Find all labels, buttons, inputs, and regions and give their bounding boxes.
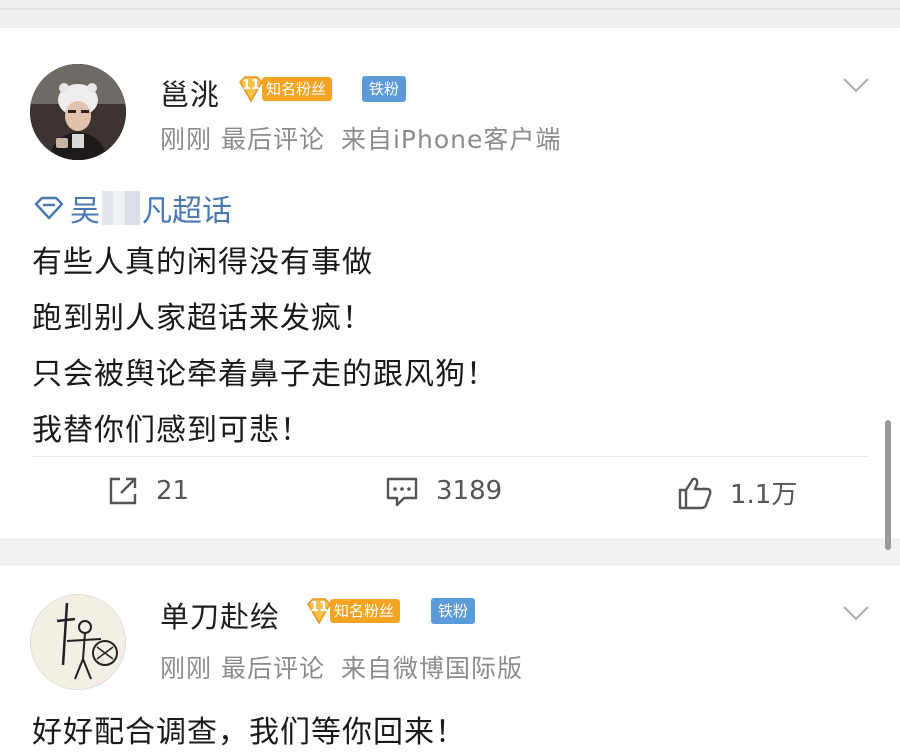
level-diamond-icon: 11 <box>236 74 266 104</box>
repost-button[interactable]: 21 <box>106 474 189 508</box>
post-line: 有些人真的闲得没有事做 <box>32 245 373 280</box>
iron-fan-badge[interactable]: 铁粉 <box>431 598 476 624</box>
fan-badge-label: 知名粉丝 <box>330 599 401 623</box>
topic-prefix: 吴 <box>70 194 100 229</box>
blurred-character <box>102 191 140 225</box>
comment-count: 3189 <box>436 476 503 506</box>
last-comment-label: 最后评论 <box>220 125 325 154</box>
post-line: 跑到别人家超话来发疯！ <box>32 301 373 336</box>
post-source: 来自iPhone客户端 <box>340 125 562 154</box>
top-separator <box>0 0 900 28</box>
post-card[interactable]: 单刀赴绘 11 知名粉丝 铁粉 刚刚 最后评论 来自微博国际版 好好配合调查，我们… <box>0 566 900 755</box>
username[interactable]: 单刀赴绘 <box>160 594 280 636</box>
topic-diamond-icon <box>34 196 64 220</box>
repost-icon <box>109 477 137 505</box>
chevron-down-icon[interactable] <box>842 604 870 622</box>
chevron-down-icon[interactable] <box>842 76 870 94</box>
post-content: 好好配合调查，我们等你回来！ <box>32 715 466 750</box>
post-line: 只会被舆论牵着鼻子走的跟风狗！ <box>32 357 497 392</box>
last-comment-label: 最后评论 <box>220 654 325 683</box>
divider <box>32 456 868 457</box>
repost-count: 21 <box>156 476 190 506</box>
post-meta: 刚刚 最后评论 来自iPhone客户端 <box>160 120 561 156</box>
post-content: 有些人真的闲得没有事做 跑到别人家超话来发疯！ 只会被舆论牵着鼻子走的跟风狗！ … <box>32 235 497 459</box>
topic-suffix: 凡超话 <box>142 194 232 229</box>
post-time: 刚刚 <box>160 125 213 154</box>
fan-level-badge[interactable]: 11 知名粉丝 <box>304 596 401 626</box>
avatar[interactable] <box>30 64 126 160</box>
scrollbar[interactable] <box>885 420 891 550</box>
post-meta: 刚刚 最后评论 来自微博国际版 <box>160 649 523 685</box>
level-diamond-icon: 11 <box>304 596 334 626</box>
iron-fan-badge[interactable]: 铁粉 <box>362 76 407 102</box>
thumbs-up-icon <box>678 477 712 509</box>
username[interactable]: 邕洮 <box>160 72 220 114</box>
post-line: 我替你们感到可悲！ <box>32 413 311 448</box>
fan-badge-label: 知名粉丝 <box>262 77 333 101</box>
fan-level-badge[interactable]: 11 知名粉丝 <box>236 74 333 104</box>
like-button[interactable]: 1.1万 <box>676 474 797 511</box>
like-count: 1.1万 <box>730 480 798 510</box>
post-card[interactable]: 邕洮 11 知名粉丝 铁粉 刚刚 最后评论 来自iPhone客户端 吴 凡超话 有… <box>0 28 900 538</box>
post-time: 刚刚 <box>160 654 213 683</box>
supertopic-link[interactable]: 吴 凡超话 <box>32 186 232 230</box>
post-source: 来自微博国际版 <box>340 654 523 683</box>
comment-icon <box>386 477 418 507</box>
comment-button[interactable]: 3189 <box>384 474 502 508</box>
avatar[interactable] <box>30 594 126 690</box>
